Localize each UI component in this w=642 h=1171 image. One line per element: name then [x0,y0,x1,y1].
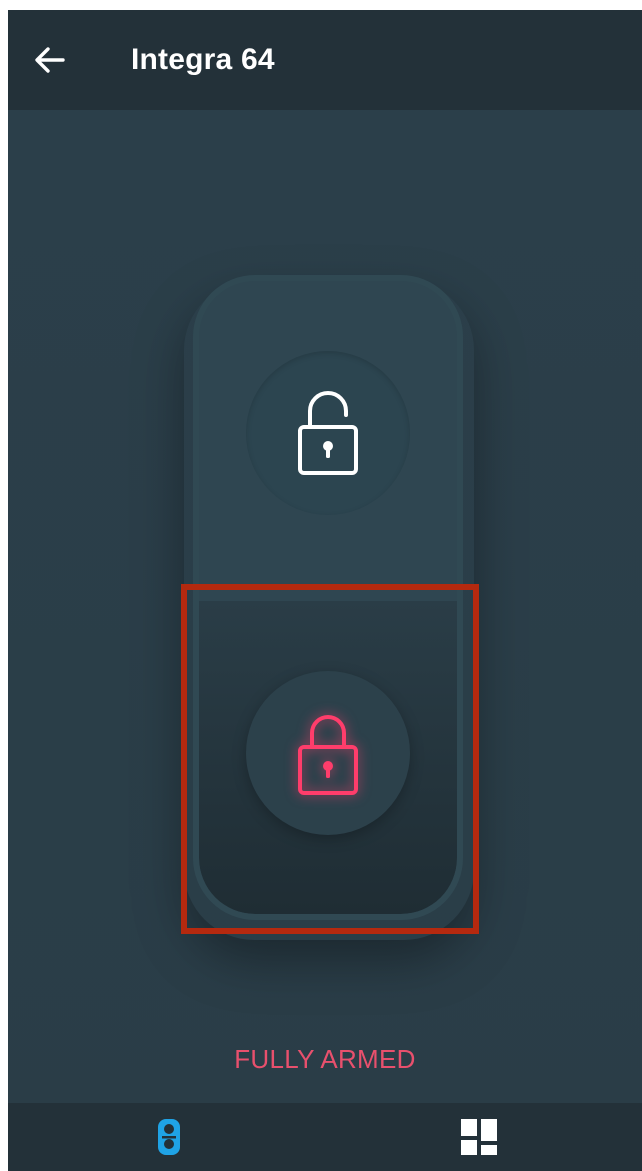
lock-open-icon [298,391,358,475]
back-button[interactable] [28,38,72,82]
nav-switch-tab[interactable] [137,1105,201,1169]
page-title: Integra 64 [131,43,275,76]
dashboard-grid-icon [461,1119,497,1155]
bottom-nav [8,1103,642,1171]
arming-status-text: FULLY ARMED [234,1044,416,1074]
lock-closed-icon [298,715,358,795]
nav-dashboard-tab[interactable] [447,1105,511,1169]
app-screen: Integra 64 FULLY ARMED [8,10,642,1171]
arrow-left-icon [35,47,65,73]
app-bar: Integra 64 [8,10,642,110]
switch-icon [158,1119,180,1155]
disarm-button[interactable] [246,351,410,515]
arm-button[interactable] [246,671,410,835]
